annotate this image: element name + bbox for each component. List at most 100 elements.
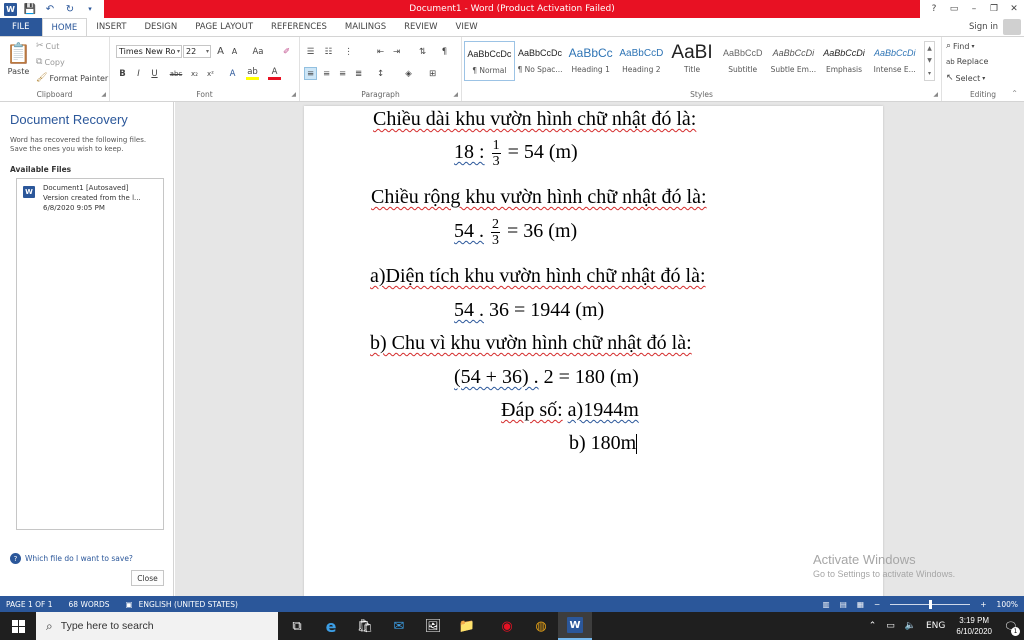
- tab-references[interactable]: REFERENCES: [262, 18, 336, 36]
- decrease-indent-icon[interactable]: ⇤: [374, 45, 387, 58]
- taskbar-search-input[interactable]: [60, 620, 261, 632]
- more-icon[interactable]: ▾: [928, 70, 931, 77]
- help-button[interactable]: ?: [924, 4, 944, 14]
- line-spacing-icon[interactable]: ↕: [374, 67, 387, 80]
- underline-button[interactable]: U: [148, 67, 161, 80]
- style-title[interactable]: AaBI Title: [667, 41, 718, 81]
- redo-icon[interactable]: ↻: [63, 3, 77, 16]
- avatar[interactable]: [1003, 19, 1021, 35]
- style-subtitle[interactable]: AaBbCcD Subtitle: [717, 41, 768, 81]
- app-red-icon[interactable]: ◉: [490, 612, 524, 640]
- style-emphasis[interactable]: AaBbCcDi Emphasis: [819, 41, 870, 81]
- superscript-button[interactable]: x²: [204, 67, 217, 80]
- align-right-icon[interactable]: ≡: [336, 67, 349, 80]
- tab-file[interactable]: FILE: [0, 18, 42, 36]
- zoom-out-icon[interactable]: −: [874, 600, 880, 609]
- font-color-icon[interactable]: A: [268, 67, 281, 80]
- align-center-icon[interactable]: ≡: [320, 67, 333, 80]
- justify-icon[interactable]: ≣: [352, 67, 365, 80]
- highlight-icon[interactable]: ab: [246, 67, 259, 80]
- word-count[interactable]: 68 WORDS: [69, 600, 110, 609]
- style-no-spacing[interactable]: AaBbCcDc ¶ No Spac...: [515, 41, 566, 81]
- network-icon[interactable]: ▭: [886, 621, 895, 631]
- bullets-icon[interactable]: ☰: [304, 45, 317, 58]
- paragraph-launcher-icon[interactable]: ◢: [453, 91, 458, 98]
- font-name-combo[interactable]: Times New Ro ▾: [116, 45, 182, 58]
- multilevel-list-icon[interactable]: ⋮: [342, 45, 355, 58]
- mail-icon[interactable]: ✉: [382, 612, 416, 640]
- font-size-combo[interactable]: 22 ▾: [183, 45, 211, 58]
- restore-button[interactable]: ❐: [984, 4, 1004, 14]
- style-heading-1[interactable]: AaBbCc Heading 1: [565, 41, 616, 81]
- zoom-level[interactable]: 100%: [997, 600, 1018, 609]
- styles-launcher-icon[interactable]: ◢: [933, 91, 938, 98]
- show-formatting-marks-icon[interactable]: ¶: [438, 45, 451, 58]
- copy-button[interactable]: ⧉ Copy: [36, 57, 65, 67]
- format-painter-button[interactable]: 🖌 Format Painter: [36, 73, 108, 83]
- sign-in-link[interactable]: Sign in: [969, 22, 998, 32]
- page-count[interactable]: PAGE 1 OF 1: [6, 600, 53, 609]
- find-button[interactable]: ⌕ Find ▾: [946, 41, 974, 51]
- italic-button[interactable]: I: [132, 67, 145, 80]
- web-layout-icon[interactable]: ▦: [857, 600, 864, 609]
- clipboard-launcher-icon[interactable]: ◢: [101, 91, 106, 98]
- proofing-icon[interactable]: ▣: [126, 600, 133, 609]
- tab-review[interactable]: REVIEW: [395, 18, 446, 36]
- input-language[interactable]: ENG: [926, 621, 945, 631]
- style-heading-2[interactable]: AaBbCcD Heading 2: [616, 41, 667, 81]
- font-launcher-icon[interactable]: ◢: [291, 91, 296, 98]
- taskbar-search[interactable]: ⌕: [36, 612, 278, 640]
- close-button[interactable]: ✕: [1004, 4, 1024, 14]
- tab-view[interactable]: VIEW: [447, 18, 487, 36]
- text-effects-icon[interactable]: A: [226, 67, 239, 80]
- recovery-close-button[interactable]: Close: [131, 570, 164, 586]
- grow-font-button[interactable]: A: [214, 45, 227, 58]
- select-button[interactable]: ↖ Select ▾: [946, 73, 985, 83]
- chevron-down-icon[interactable]: ▼: [927, 57, 932, 64]
- style-intense-emphasis[interactable]: AaBbCcDi Intense E...: [869, 41, 920, 81]
- chrome-icon[interactable]: ◍: [524, 612, 558, 640]
- store-icon[interactable]: 🛍: [348, 612, 382, 640]
- increase-indent-icon[interactable]: ⇥: [390, 45, 403, 58]
- numbering-icon[interactable]: ☷: [322, 45, 335, 58]
- language-indicator[interactable]: ENGLISH (UNITED STATES): [139, 600, 238, 609]
- shading-icon[interactable]: ◈: [402, 67, 415, 80]
- clear-formatting-icon[interactable]: ✐: [280, 45, 293, 58]
- style-normal[interactable]: AaBbCcDc ¶ Normal: [464, 41, 515, 81]
- paste-button[interactable]: 📋 Paste: [6, 41, 31, 76]
- read-mode-icon[interactable]: ▥: [823, 600, 830, 609]
- chevron-up-icon[interactable]: ▲: [927, 45, 932, 52]
- zoom-slider-thumb[interactable]: [928, 599, 932, 609]
- save-icon[interactable]: 💾: [23, 3, 37, 16]
- bold-button[interactable]: B: [116, 67, 129, 80]
- style-subtle-emphasis[interactable]: AaBbCcDi Subtle Em...: [768, 41, 819, 81]
- collapse-ribbon-icon[interactable]: ⌃: [1011, 89, 1018, 98]
- customize-qat-icon[interactable]: ▾: [83, 3, 97, 16]
- print-layout-icon[interactable]: ▤: [840, 600, 847, 609]
- edge-icon[interactable]: e: [314, 612, 348, 640]
- align-left-icon[interactable]: ≡: [304, 67, 317, 80]
- cut-button[interactable]: ✂ Cut: [36, 41, 59, 51]
- start-button[interactable]: [0, 612, 36, 640]
- word-taskbar-icon[interactable]: W: [558, 612, 592, 640]
- chevron-up-icon[interactable]: ⌃: [869, 621, 877, 631]
- task-view-icon[interactable]: ⧉: [280, 612, 314, 640]
- document-page[interactable]: Chiều dài khu vườn hình chữ nhật đó là: …: [304, 106, 883, 596]
- which-file-help-link[interactable]: ? Which file do I want to save?: [10, 553, 133, 564]
- shrink-font-button[interactable]: A: [228, 45, 241, 58]
- clock[interactable]: 3:19 PM 6/10/2020: [956, 615, 992, 637]
- sort-icon[interactable]: ⇅: [416, 45, 429, 58]
- tab-design[interactable]: DESIGN: [135, 18, 186, 36]
- notification-center-icon[interactable]: 🗨 1: [998, 612, 1024, 640]
- tab-mailings[interactable]: MAILINGS: [336, 18, 395, 36]
- borders-icon[interactable]: ⊞: [426, 67, 439, 80]
- undo-icon[interactable]: ↶: [43, 3, 57, 16]
- subscript-button[interactable]: x₂: [188, 67, 201, 80]
- photos-icon[interactable]: 🖼: [416, 612, 450, 640]
- tab-insert[interactable]: INSERT: [87, 18, 135, 36]
- ribbon-display-options-button[interactable]: ▭: [944, 4, 964, 14]
- tab-home[interactable]: HOME: [41, 18, 88, 36]
- strikethrough-button[interactable]: abc: [168, 67, 184, 80]
- zoom-slider[interactable]: [890, 599, 971, 609]
- volume-icon[interactable]: 🔈: [905, 621, 916, 631]
